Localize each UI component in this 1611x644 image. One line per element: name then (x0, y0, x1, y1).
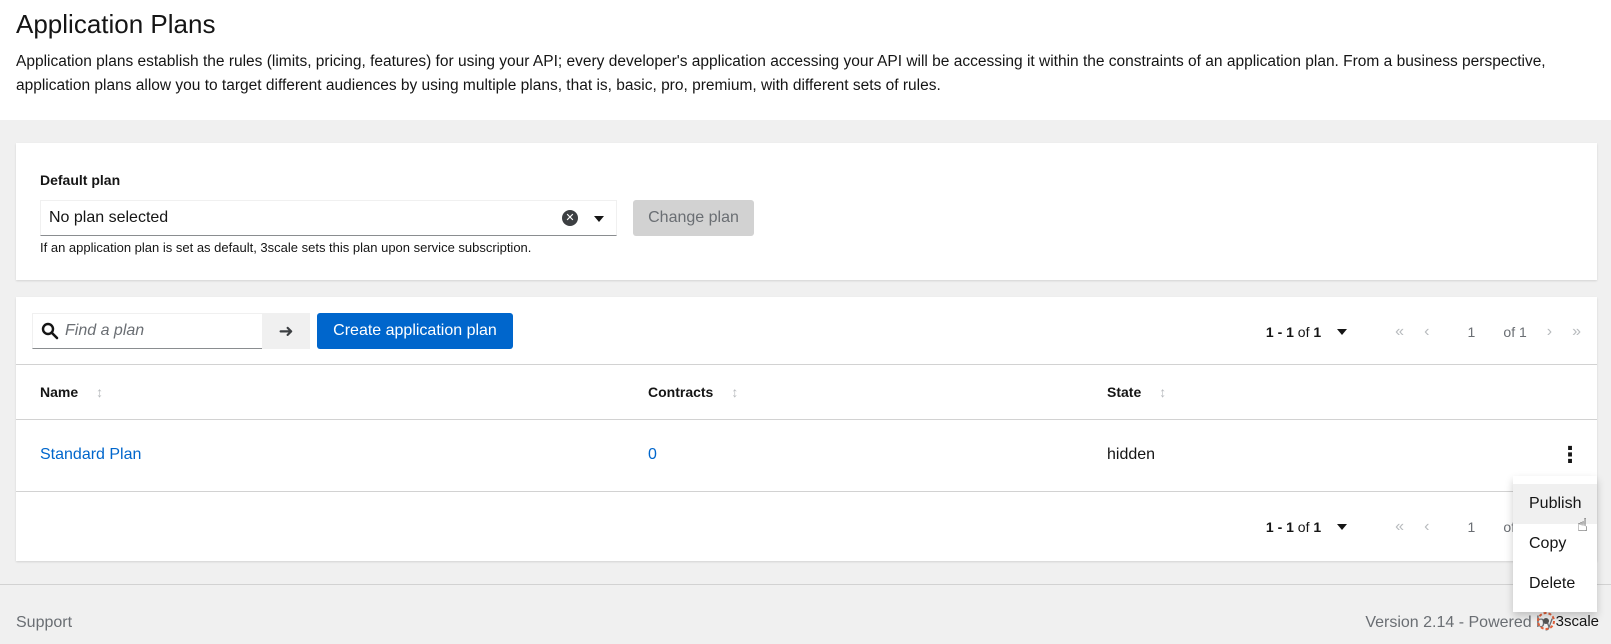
default-plan-helper: If an application plan is set as default… (40, 240, 532, 255)
search-icon (41, 322, 59, 345)
row-actions-menu: Publish Copy Delete (1513, 476, 1597, 612)
first-page-icon[interactable]: « (1395, 323, 1404, 341)
page-number-input[interactable]: 1 (1451, 324, 1491, 340)
menu-item-delete[interactable]: Delete (1513, 564, 1597, 604)
contracts-link[interactable]: 0 (648, 446, 657, 463)
support-link[interactable]: Support (16, 614, 72, 632)
page-title: Application Plans (16, 9, 216, 39)
page-of-label: of 1 (1503, 324, 1527, 340)
brand-name: 3scale (1555, 612, 1599, 630)
column-name[interactable]: Name ↕ (16, 365, 624, 420)
previous-page-icon[interactable]: ‹ (1424, 323, 1429, 341)
page-header: Application Plans Application plans esta… (0, 0, 1611, 120)
caret-down-icon[interactable] (594, 216, 604, 222)
plan-name-link[interactable]: Standard Plan (40, 446, 141, 463)
change-plan-button[interactable]: Change plan (633, 200, 754, 236)
top-pagination: 1 - 1 of 1 « ‹ 1 of 1 › » (1266, 323, 1581, 341)
caret-down-icon[interactable] (1337, 523, 1348, 530)
pagination-count[interactable]: 1 - 1 of 1 (1266, 519, 1321, 535)
hand-cursor-icon: ☝ (1577, 515, 1588, 535)
clear-icon[interactable]: ✕ (562, 210, 578, 226)
caret-down-icon[interactable] (1337, 329, 1348, 335)
search-input[interactable]: Find a plan (32, 313, 262, 349)
gear-icon (1536, 612, 1555, 630)
last-page-icon[interactable]: » (1572, 323, 1581, 341)
table-row: Standard Plan 0 hidden ⋮ (16, 419, 1597, 492)
default-plan-card: Default plan No plan selected ✕ If an ap… (16, 143, 1597, 280)
default-plan-row: No plan selected ✕ If an application pla… (40, 200, 1573, 255)
plans-card: Find a plan ➜ Create application plan 1 … (16, 297, 1597, 561)
first-page-icon[interactable]: « (1395, 518, 1404, 536)
next-page-icon[interactable]: › (1547, 323, 1552, 341)
search-placeholder: Find a plan (65, 322, 145, 339)
sort-icon[interactable]: ↕ (96, 384, 103, 400)
create-application-plan-button[interactable]: Create application plan (317, 313, 513, 349)
page-footer: Support Version 2.14 - Powered by 3scale (0, 584, 1611, 644)
default-plan-value: No plan selected (49, 209, 169, 226)
column-actions (1535, 365, 1597, 420)
default-plan-label: Default plan (40, 172, 121, 188)
page-description: Application plans establish the rules (l… (16, 53, 1546, 94)
plan-name-cell: Standard Plan (16, 419, 624, 492)
pagination-count[interactable]: 1 - 1 of 1 (1266, 324, 1321, 340)
table-header-row: Name ↕ Contracts ↕ State ↕ (16, 365, 1597, 420)
arrow-right-icon[interactable]: ➜ (262, 313, 310, 349)
plans-toolbar: Find a plan ➜ Create application plan 1 … (16, 297, 1597, 365)
brand-logo: 3scale (1536, 611, 1599, 631)
column-state[interactable]: State ↕ (1083, 365, 1535, 420)
sort-icon[interactable]: ↕ (731, 384, 738, 400)
sort-icon[interactable]: ↕ (1159, 384, 1166, 400)
page-number-input[interactable]: 1 (1451, 519, 1491, 535)
previous-page-icon[interactable]: ‹ (1424, 518, 1429, 536)
column-contracts[interactable]: Contracts ↕ (624, 365, 1083, 420)
plans-table: Name ↕ Contracts ↕ State ↕ Standard Plan 0 … (16, 365, 1597, 492)
default-plan-select[interactable]: No plan selected ✕ (40, 200, 617, 236)
state-cell: hidden (1083, 419, 1535, 492)
contracts-cell: 0 (624, 419, 1083, 492)
bottom-toolbar: 1 - 1 of 1 « ‹ 1 of 1 › » (16, 492, 1597, 562)
version-text: Version 2.14 - Powered by (1365, 614, 1553, 631)
